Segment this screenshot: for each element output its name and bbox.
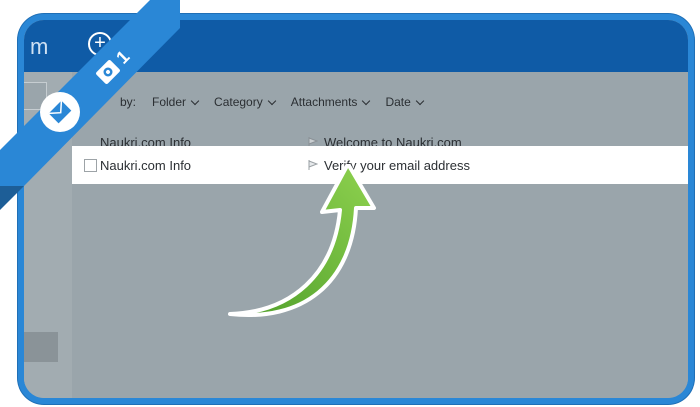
filter-date[interactable]: Date (385, 95, 425, 109)
filter-category[interactable]: Category (214, 95, 276, 109)
folder-pane-footer (24, 332, 58, 362)
filter-label: Attachments (290, 95, 358, 109)
filter-attachments[interactable]: Attachments (290, 95, 371, 109)
chevron-down-icon (362, 96, 371, 105)
chevron-down-icon (190, 96, 200, 105)
filter-label: Date (385, 95, 411, 109)
filter-label: Category (214, 95, 263, 109)
step-badge: 1 (0, 0, 180, 210)
chevron-down-icon (415, 96, 425, 105)
curved-arrow-icon (228, 164, 376, 317)
chevron-down-icon (267, 96, 276, 105)
